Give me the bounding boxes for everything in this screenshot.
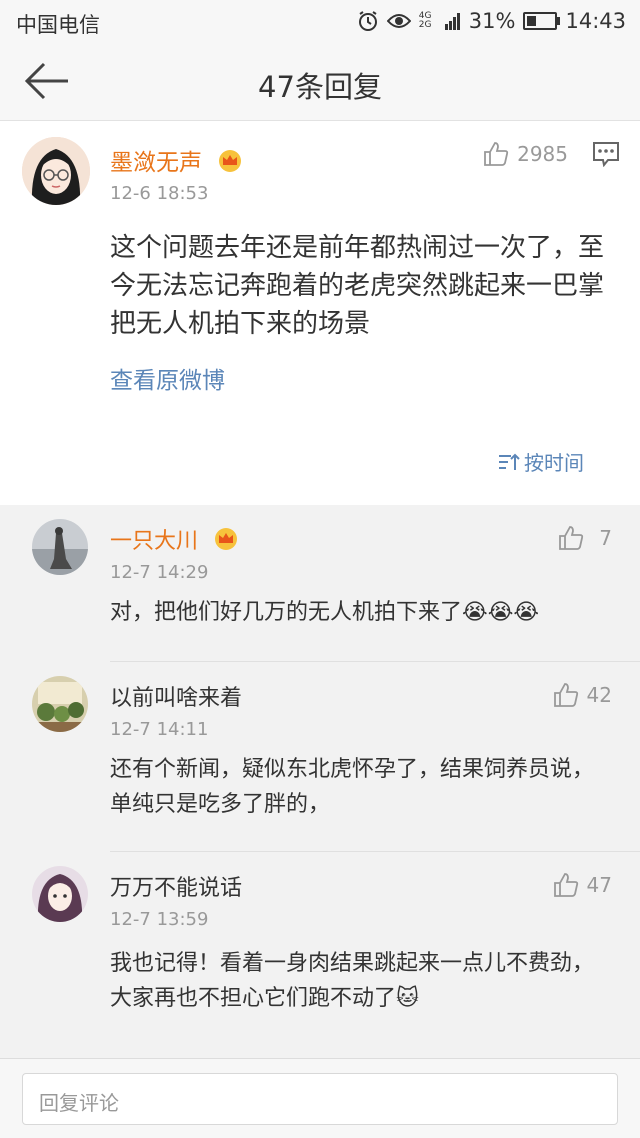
like-button[interactable]: 7 <box>558 525 612 551</box>
bottom-bar: 回复评论 <box>0 1058 640 1138</box>
comment-menu-icon <box>593 142 619 168</box>
reply-text: 对，把他们好几万的无人机拍下来了😭😭😭 <box>110 600 540 625</box>
thumbs-up-icon <box>553 683 578 707</box>
reply-time: 12-7 14:29 <box>110 562 209 583</box>
reply-text: 我也记得！看着一身肉结果跳起来一点儿不费劲，大家再也不担心它们跑不动了🐱 <box>110 951 595 1011</box>
avatar-photo <box>32 676 88 732</box>
reply-item: 万万不能说话 12-7 13:59 47 我也记得！看着一身肉结果跳起来一点儿不… <box>0 852 640 1048</box>
status-icons: 4G 2G 31% 14:43 <box>357 9 626 33</box>
avatar-illustration <box>22 137 90 205</box>
status-bar: 中国电信 4G 2G 31% 14:43 <box>0 0 640 44</box>
like-count: 7 <box>599 526 612 550</box>
like-count: 47 <box>586 873 612 897</box>
view-original-link[interactable]: 查看原微博 <box>110 361 225 395</box>
reply-text: 还有个新闻，疑似东北虎怀孕了，结果饲养员说，单纯只是吃多了胖的， <box>110 757 595 817</box>
sort-by-time-button[interactable]: 按时间 <box>498 447 584 476</box>
top-bar: 47条回复 <box>0 44 640 121</box>
like-button[interactable]: 47 <box>553 872 612 898</box>
signal-icon <box>444 13 460 30</box>
avatar-illustration <box>32 866 88 922</box>
network-type: 4G 2G <box>418 11 432 30</box>
thumbs-up-icon <box>559 526 584 550</box>
reply-input[interactable]: 回复评论 <box>22 1073 618 1125</box>
carrier-label: 中国电信 <box>16 13 100 37</box>
author-name[interactable]: 以前叫啥来着 <box>110 680 242 712</box>
reply-item: 一只大川 12-7 14:29 7 对，把他们好几万的无人机拍下来了😭😭😭 <box>0 505 640 662</box>
vip-crown-icon <box>219 150 242 172</box>
vip-crown-icon <box>215 528 238 550</box>
reply-time: 12-7 13:59 <box>110 909 209 930</box>
thumbs-up-icon <box>484 142 509 166</box>
reply-time: 12-7 14:11 <box>110 719 209 740</box>
comment-time: 12-6 18:53 <box>110 183 209 204</box>
comment-text: 这个问题去年还是前年都热闹过一次了，至今无法忘记奔跑着的老虎突然跳起来一巴掌把无… <box>110 233 605 339</box>
like-button[interactable]: 2985 <box>483 141 568 167</box>
author-name[interactable]: 墨潋无声 <box>110 143 243 177</box>
like-button[interactable]: 42 <box>553 682 612 708</box>
sort-icon <box>499 453 520 470</box>
reply-item: 以前叫啥来着 12-7 14:11 42 还有个新闻，疑似东北虎怀孕了，结果饲养… <box>0 662 640 852</box>
battery-icon <box>523 12 561 30</box>
page-title: 47条回复 <box>258 70 382 104</box>
clock: 14:43 <box>565 9 626 33</box>
avatar[interactable] <box>32 866 88 922</box>
author-name[interactable]: 万万不能说话 <box>110 870 242 902</box>
avatar[interactable] <box>22 137 90 205</box>
battery-percent: 31% <box>468 9 516 33</box>
avatar[interactable] <box>32 676 88 732</box>
sort-label: 按时间 <box>524 451 584 475</box>
thumbs-up-icon <box>553 873 578 897</box>
avatar-photo <box>32 519 88 575</box>
eye-icon <box>386 14 411 28</box>
comment-menu-button[interactable] <box>592 141 620 171</box>
like-count: 2985 <box>517 142 568 166</box>
main-comment: 墨潋无声 12-6 18:53 2985 这个问题去年还是前年都热闹过一次了，至… <box>0 121 640 505</box>
avatar[interactable] <box>32 519 88 575</box>
like-count: 42 <box>586 683 612 707</box>
alarm-icon <box>358 11 377 31</box>
reply-input-placeholder: 回复评论 <box>39 1091 119 1115</box>
author-name[interactable]: 一只大川 <box>110 523 239 555</box>
